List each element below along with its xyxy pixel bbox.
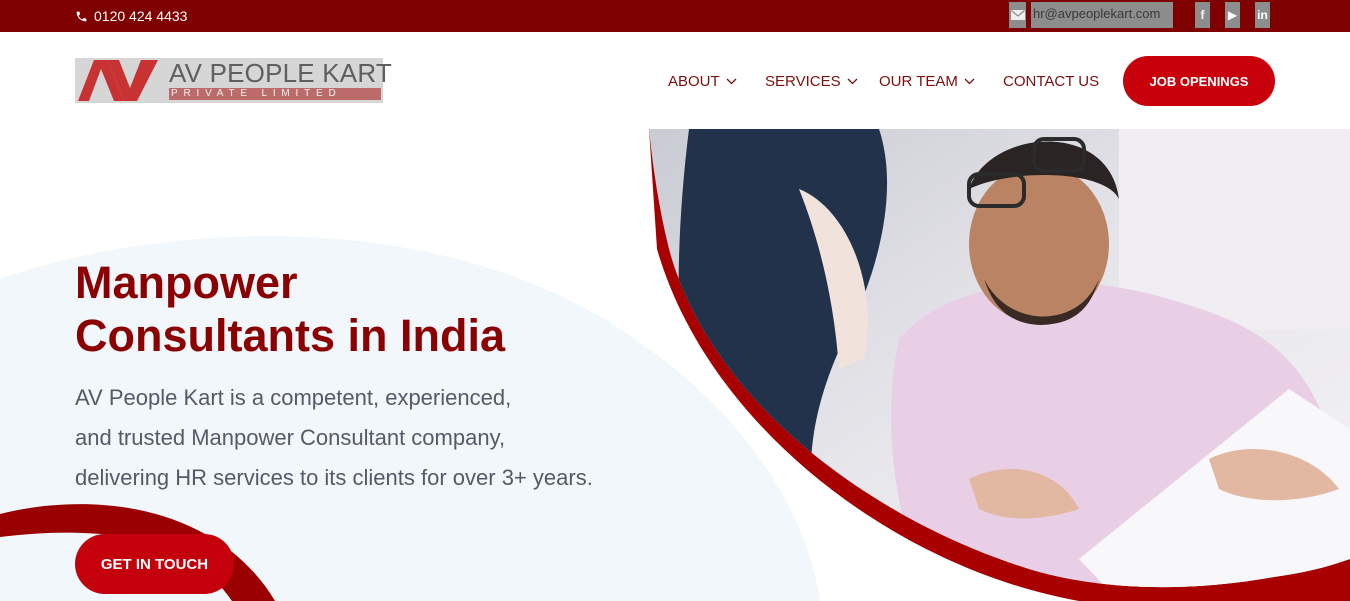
facebook-icon[interactable]: f bbox=[1195, 2, 1210, 28]
email-link[interactable]: hr@avpeoplekart.com bbox=[1031, 2, 1173, 28]
chevron-down-icon bbox=[726, 78, 737, 84]
hero-title-line-1: Manpower bbox=[75, 257, 298, 308]
nav-contact-us[interactable]: CONTACT US bbox=[1003, 71, 1099, 91]
logo-name: AV PEOPLE KART bbox=[169, 58, 392, 88]
logo-subtitle: PRIVATE LIMITED bbox=[169, 88, 381, 100]
nav-team-label: OUR TEAM bbox=[879, 72, 958, 90]
youtube-icon[interactable]: ▶ bbox=[1225, 2, 1240, 28]
hero-title: Manpower Consultants in India bbox=[75, 256, 635, 362]
hero-desc-line-1: AV People Kart is a competent, experienc… bbox=[75, 385, 512, 410]
phone-icon bbox=[76, 11, 87, 21]
site-logo[interactable]: AV PEOPLE KART PRIVATE LIMITED bbox=[75, 58, 392, 103]
job-openings-button[interactable]: JOB OPENINGS bbox=[1123, 56, 1275, 106]
phone-contact[interactable]: 0120 424 4433 bbox=[75, 6, 187, 26]
chevron-down-icon bbox=[847, 78, 858, 84]
hero-title-line-2: Consultants in India bbox=[75, 310, 506, 361]
nav-about[interactable]: ABOUT bbox=[668, 71, 737, 91]
top-bar: 0120 424 4433 hr@avpeoplekart.com f ▶ in bbox=[0, 0, 1350, 32]
hero-desc-line-3: delivering HR services to its clients fo… bbox=[75, 465, 593, 490]
nav-services-label: SERVICES bbox=[765, 72, 841, 90]
av-logo-mark bbox=[78, 60, 158, 101]
nav-our-team[interactable]: OUR TEAM bbox=[879, 71, 975, 91]
hero-photo bbox=[649, 129, 1350, 601]
nav-services[interactable]: SERVICES bbox=[765, 71, 858, 91]
nav-about-label: ABOUT bbox=[668, 72, 720, 90]
nav-contact-label: CONTACT US bbox=[1003, 72, 1100, 90]
hero-description: AV People Kart is a competent, experienc… bbox=[75, 378, 635, 498]
mail-icon bbox=[1009, 2, 1026, 28]
hero-desc-line-2: and trusted Manpower Consultant company, bbox=[75, 425, 506, 450]
get-in-touch-button[interactable]: GET IN TOUCH bbox=[75, 534, 234, 594]
chevron-down-icon bbox=[964, 78, 975, 84]
phone-number: 0120 424 4433 bbox=[94, 8, 188, 24]
linkedin-icon[interactable]: in bbox=[1255, 2, 1270, 28]
